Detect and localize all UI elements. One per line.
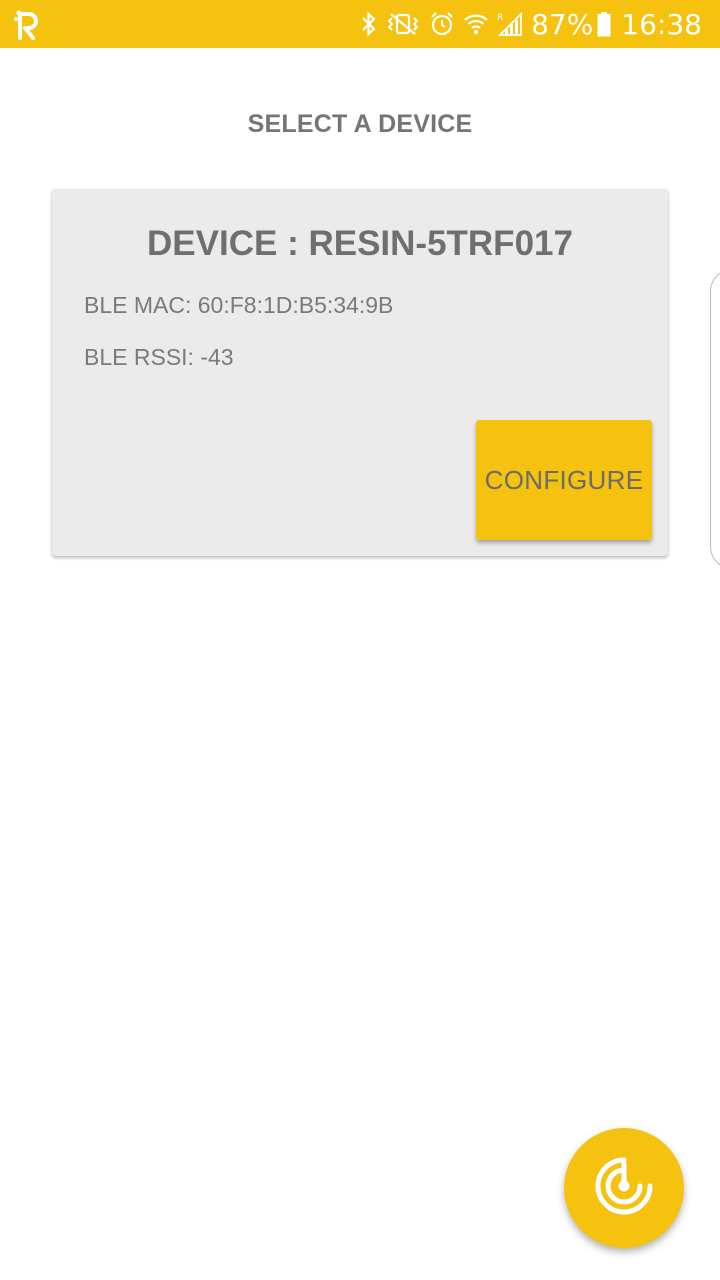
scan-radar-icon xyxy=(592,1154,656,1223)
page-title: SELECT A DEVICE xyxy=(247,110,473,138)
svg-text:R: R xyxy=(497,13,503,23)
ble-mac-text: BLE MAC: 60:F8:1D:B5:34:9B xyxy=(84,292,394,318)
scan-fab-button[interactable] xyxy=(564,1128,684,1248)
signal-icon: R xyxy=(497,11,523,37)
resin-app-icon xyxy=(14,8,42,40)
vibrate-icon xyxy=(385,11,421,37)
clock-time: 16:38 xyxy=(621,7,702,41)
battery-icon xyxy=(597,11,611,37)
wifi-icon xyxy=(463,11,489,37)
next-device-card-peek[interactable] xyxy=(710,268,720,570)
configure-button[interactable]: CONFIGURE xyxy=(476,420,652,540)
bluetooth-icon xyxy=(361,11,377,37)
alarm-icon xyxy=(429,11,455,37)
ble-rssi-text: BLE RSSI: -43 xyxy=(84,344,234,370)
status-bar: R 87% 16:38 xyxy=(0,0,720,48)
battery-percent: 87% xyxy=(531,7,594,41)
device-name-title: DEVICE : RESIN-5TRF017 xyxy=(147,224,573,263)
